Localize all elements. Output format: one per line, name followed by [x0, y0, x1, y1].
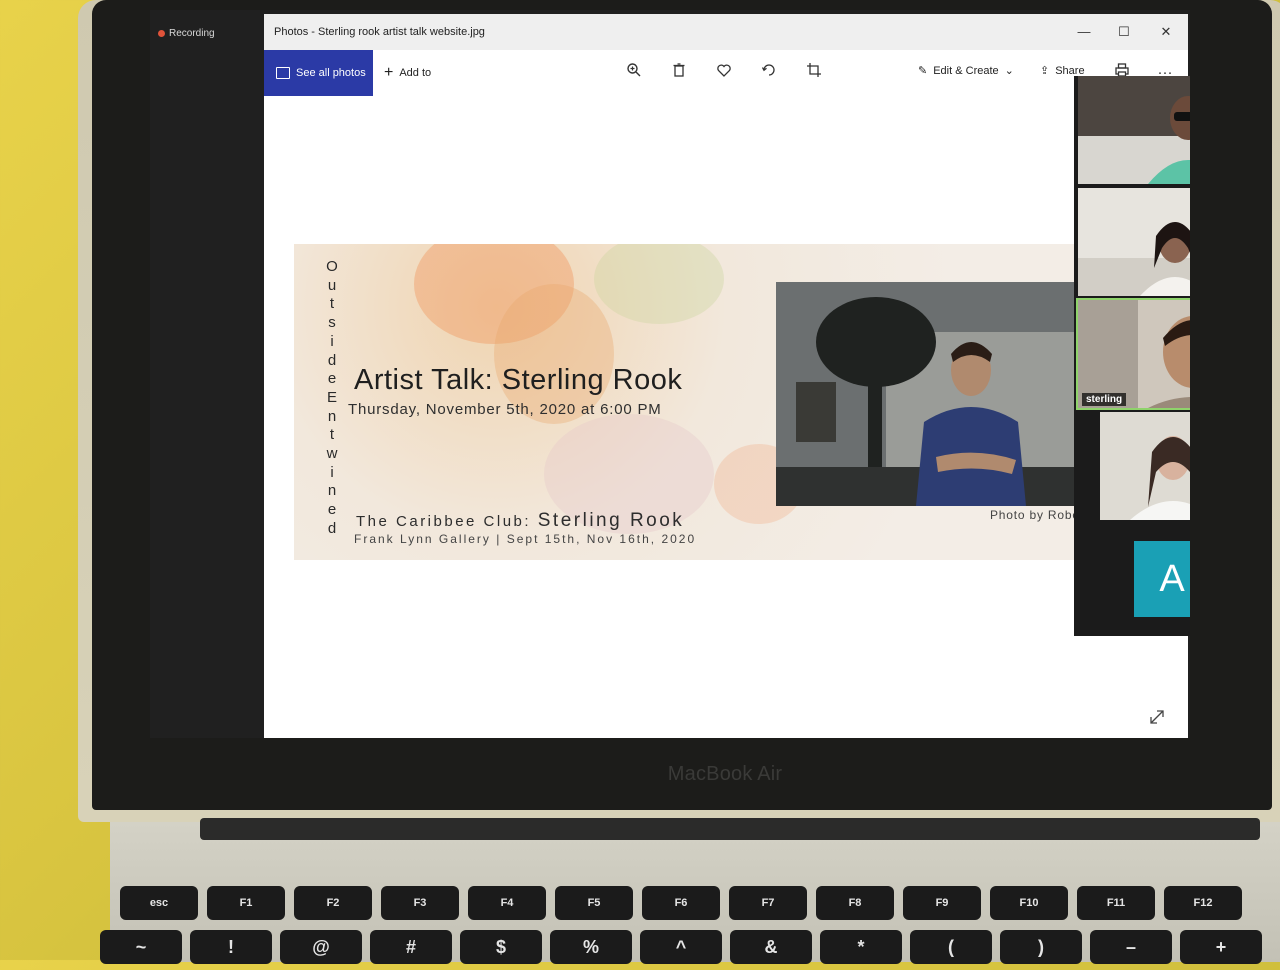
edit-icon: ✎ — [918, 65, 928, 77]
displayed-photo: OutsideEntwined Artist Talk: Sterling Ro… — [294, 244, 1104, 560]
key-f5[interactable]: F5 — [555, 886, 633, 920]
photos-window: Photos - Sterling rook artist talk websi… — [264, 14, 1188, 738]
participant-avatar[interactable]: A — [1134, 541, 1190, 617]
share-icon: ⇪ — [1040, 65, 1050, 77]
participant-tile[interactable] — [1078, 188, 1190, 296]
vertical-letter: s — [328, 314, 336, 332]
club-name: Sterling Rook — [537, 510, 685, 531]
key-number-row[interactable]: @ — [280, 930, 362, 964]
crop-icon[interactable] — [803, 62, 825, 84]
title-bar: Photos - Sterling rook artist talk websi… — [264, 14, 1188, 50]
expand-icon[interactable] — [1148, 708, 1168, 728]
club-prefix: The Caribbee Club: — [356, 513, 532, 530]
edit-create-label: Edit & Create — [933, 64, 999, 77]
key-number-row[interactable]: ( — [910, 930, 992, 964]
artist-portrait — [776, 282, 1084, 506]
see-all-photos-button[interactable]: See all photos — [264, 50, 373, 96]
vertical-letter: i — [330, 332, 334, 350]
key-number-row[interactable]: ! — [190, 930, 272, 964]
maximize-button[interactable]: ☐ — [1104, 20, 1144, 44]
add-to-label: Add to — [399, 67, 432, 79]
vertical-letter: u — [327, 276, 337, 294]
vertical-letter: d — [327, 519, 337, 537]
participant-gallery: sterling A — [1074, 76, 1190, 636]
toolbar: See all photos + Add to ✎ Edit & Create … — [264, 50, 1188, 96]
key-f10[interactable]: F10 — [990, 886, 1068, 920]
vertical-letter: t — [329, 426, 335, 444]
key-f6[interactable]: F6 — [642, 886, 720, 920]
gallery-line: Frank Lynn Gallery | Sept 15th, Nov 16th… — [354, 532, 697, 546]
key-f4[interactable]: F4 — [468, 886, 546, 920]
participant-tile[interactable] — [1100, 412, 1190, 520]
vertical-letter: i — [330, 463, 334, 481]
vertical-letter: e — [327, 370, 337, 388]
key-number-row[interactable]: ) — [1000, 930, 1082, 964]
vertical-letter: w — [326, 445, 338, 463]
edit-create-button[interactable]: ✎ Edit & Create ⌄ — [918, 64, 1014, 78]
add-to-button[interactable]: + Add to — [384, 64, 431, 82]
share-label: Share — [1055, 64, 1085, 77]
recording-label: Recording — [169, 28, 215, 39]
see-all-label: See all photos — [296, 67, 366, 79]
key-f8[interactable]: F8 — [816, 886, 894, 920]
recording-indicator: Recording — [158, 28, 215, 39]
key-f1[interactable]: F1 — [207, 886, 285, 920]
key-number-row[interactable]: * — [820, 930, 902, 964]
participant-tile[interactable] — [1078, 76, 1190, 184]
delete-icon[interactable] — [668, 62, 690, 84]
vertical-letter: d — [327, 351, 337, 369]
key-number-row[interactable]: # — [370, 930, 452, 964]
vertical-letter: t — [329, 295, 335, 313]
chevron-down-icon: ⌄ — [1004, 65, 1014, 77]
key-f12[interactable]: F12 — [1164, 886, 1242, 920]
poster-title: Artist Talk: Sterling Rook — [354, 364, 683, 396]
club-line: The Caribbee Club: Sterling Rook — [356, 510, 684, 532]
key-f9[interactable]: F9 — [903, 886, 981, 920]
record-dot-icon — [158, 30, 165, 37]
laptop-brand: MacBook Air — [667, 763, 783, 785]
key-number-row[interactable]: + — [1180, 930, 1262, 964]
minimize-button[interactable]: — — [1064, 20, 1104, 44]
key-number-row[interactable]: ~ — [100, 930, 182, 964]
laptop-hinge — [200, 818, 1260, 840]
close-button[interactable]: ✕ — [1146, 20, 1186, 44]
key-number-row[interactable]: $ — [460, 930, 542, 964]
key-number-row[interactable]: % — [550, 930, 632, 964]
key-number-row[interactable]: & — [730, 930, 812, 964]
vertical-letter: n — [327, 482, 337, 500]
key-f2[interactable]: F2 — [294, 886, 372, 920]
key-number-row[interactable]: ^ — [640, 930, 722, 964]
key-esc[interactable]: esc — [120, 886, 198, 920]
zoom-icon[interactable] — [623, 62, 645, 84]
keyboard: esc F1 F2 F3 F4 F5 F6 F7 F8 F9 F10 F11 F12 ~! @ # $% ^ & *(… — [100, 880, 1280, 970]
image-icon — [276, 67, 290, 79]
key-number-row[interactable]: – — [1090, 930, 1172, 964]
rotate-icon[interactable] — [758, 62, 780, 84]
participant-name: sterling — [1082, 393, 1127, 406]
plus-icon: + — [384, 64, 394, 81]
vertical-letter: O — [326, 258, 338, 275]
vertical-letter: E — [326, 388, 337, 406]
heart-icon[interactable] — [713, 62, 735, 84]
poster-date: Thursday, November 5th, 2020 at 6:00 PM — [348, 401, 662, 418]
photo-credit: Photo by Robe — [990, 508, 1080, 522]
key-f7[interactable]: F7 — [729, 886, 807, 920]
vertical-letter: n — [327, 407, 337, 425]
key-f3[interactable]: F3 — [381, 886, 459, 920]
key-f11[interactable]: F11 — [1077, 886, 1155, 920]
screen: Recording Photos - Sterling rook artist … — [150, 10, 1190, 738]
background-blob — [594, 244, 724, 324]
window-title: Photos - Sterling rook artist talk websi… — [274, 26, 485, 38]
vertical-exhibition-title: OutsideEntwined — [322, 258, 342, 539]
participant-tile[interactable]: sterling — [1076, 298, 1190, 410]
vertical-letter: e — [327, 501, 337, 519]
